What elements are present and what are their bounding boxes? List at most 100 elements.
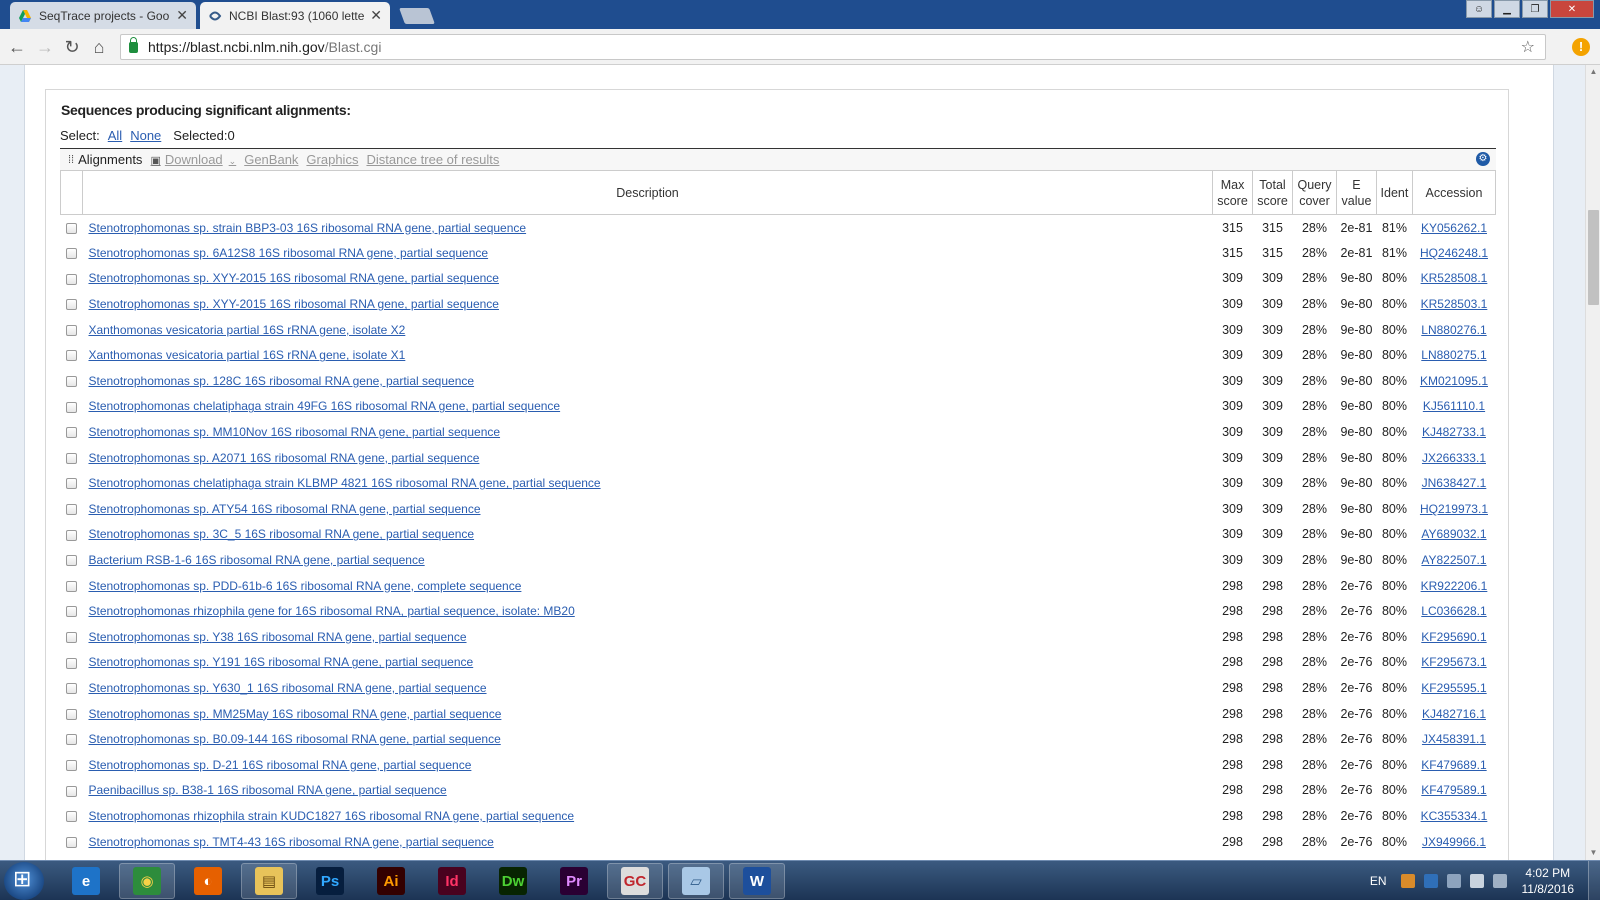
row-accession-link[interactable]: KJ482716.1: [1422, 707, 1486, 721]
taskbar-app-button[interactable]: Id: [424, 863, 480, 899]
tab-ncbi-blast[interactable]: NCBI Blast:93 (1060 lette ✕: [200, 2, 390, 29]
row-description-link[interactable]: Stenotrophomonas sp. MM25May 16S ribosom…: [88, 707, 501, 721]
header-e-value[interactable]: Evalue: [1335, 170, 1377, 215]
minimize-icon[interactable]: ▁: [1494, 0, 1520, 18]
tray-app-icon[interactable]: [1400, 874, 1415, 888]
taskbar-app-button[interactable]: GC: [607, 863, 663, 899]
show-desktop-button[interactable]: [1588, 861, 1600, 900]
row-accession-link[interactable]: AY689032.1: [1421, 527, 1486, 541]
reload-icon[interactable]: ↻: [62, 37, 82, 57]
network-icon[interactable]: [1469, 874, 1484, 888]
taskbar-app-button[interactable]: Pr: [546, 863, 602, 899]
start-button[interactable]: [4, 862, 44, 900]
row-accession-link[interactable]: KM021095.1: [1420, 374, 1488, 388]
row-accession-link[interactable]: KY056262.1: [1421, 221, 1487, 235]
volume-icon[interactable]: [1492, 874, 1507, 888]
row-description-link[interactable]: Stenotrophomonas sp. Y191 16S ribosomal …: [88, 655, 473, 669]
tab-seqtrace[interactable]: SeqTrace projects - Goo ✕: [10, 2, 196, 29]
row-accession-link[interactable]: KF295673.1: [1421, 655, 1486, 669]
scroll-down-icon[interactable]: ▼: [1586, 846, 1600, 860]
row-checkbox[interactable]: [65, 836, 77, 848]
row-checkbox[interactable]: [65, 606, 77, 618]
row-description-link[interactable]: Stenotrophomonas sp. B0.09-144 16S ribos…: [88, 732, 500, 746]
row-description-link[interactable]: Stenotrophomonas chelatiphaga strain KLB…: [88, 476, 600, 490]
row-description-link[interactable]: Stenotrophomonas sp. Y630_1 16S ribosoma…: [88, 681, 486, 695]
row-description-link[interactable]: Stenotrophomonas sp. 6A12S8 16S ribosoma…: [88, 246, 488, 260]
row-checkbox[interactable]: [65, 350, 77, 362]
row-checkbox[interactable]: [65, 401, 77, 413]
row-checkbox[interactable]: [65, 785, 77, 797]
row-accession-link[interactable]: JX949966.1: [1422, 835, 1486, 849]
row-description-link[interactable]: Bacterium RSB-1-6 16S ribosomal RNA gene…: [88, 553, 424, 567]
address-bar[interactable]: https://blast.ncbi.nlm.nih.gov/Blast.cgi…: [120, 34, 1546, 60]
row-accession-link[interactable]: KF295690.1: [1421, 630, 1486, 644]
row-checkbox[interactable]: [65, 273, 77, 285]
header-ident[interactable]: Ident: [1375, 170, 1413, 215]
row-checkbox[interactable]: [65, 632, 77, 643]
row-description-link[interactable]: Stenotrophomonas sp. PDD-61b-6 16S ribos…: [88, 579, 521, 593]
row-description-link[interactable]: Stenotrophomonas sp. XYY-2015 16S riboso…: [88, 271, 498, 285]
row-accession-link[interactable]: KC355334.1: [1421, 809, 1488, 823]
row-accession-link[interactable]: KF295595.1: [1421, 681, 1486, 695]
row-checkbox[interactable]: [65, 478, 77, 490]
distance-tree-link[interactable]: Distance tree of results: [366, 152, 499, 167]
taskbar-app-button[interactable]: Dw: [485, 863, 541, 899]
row-accession-link[interactable]: KR528508.1: [1421, 271, 1488, 285]
graphics-link[interactable]: Graphics: [306, 152, 358, 167]
row-checkbox[interactable]: [65, 504, 77, 516]
taskbar-app-button[interactable]: ▱: [668, 863, 724, 899]
download-dropdown[interactable]: ▣ Download ⌄: [150, 152, 236, 167]
select-all-link[interactable]: All: [108, 128, 122, 143]
row-checkbox[interactable]: [65, 708, 77, 720]
flag-icon[interactable]: [1446, 874, 1461, 888]
row-checkbox[interactable]: [65, 376, 77, 388]
row-description-link[interactable]: Stenotrophomonas sp. 3C_5 16S ribosomal …: [88, 527, 474, 541]
header-total-score[interactable]: Total score: [1252, 170, 1293, 215]
bookmark-star-icon[interactable]: ☆: [1521, 37, 1535, 57]
row-description-link[interactable]: Paenibacillus sp. B38-1 16S ribosomal RN…: [88, 783, 446, 797]
row-description-link[interactable]: Stenotrophomonas sp. ATY54 16S ribosomal…: [88, 502, 480, 516]
row-checkbox[interactable]: [65, 657, 77, 669]
taskbar-app-button[interactable]: ◉: [119, 863, 175, 899]
alignments-link[interactable]: ⁞⁞ Alignments: [68, 152, 142, 167]
row-accession-link[interactable]: KF479589.1: [1421, 783, 1486, 797]
row-description-link[interactable]: Stenotrophomonas chelatiphaga strain 49F…: [88, 399, 560, 413]
row-description-link[interactable]: Xanthomonas vesicatoria partial 16S rRNA…: [88, 348, 405, 362]
taskbar-app-button[interactable]: ◐: [180, 863, 236, 899]
row-checkbox[interactable]: [65, 427, 77, 439]
bluetooth-icon[interactable]: [1423, 874, 1438, 888]
header-accession[interactable]: Accession: [1411, 170, 1497, 215]
scroll-thumb[interactable]: [1588, 210, 1599, 305]
row-accession-link[interactable]: LC036628.1: [1421, 604, 1486, 618]
user-icon[interactable]: ☺: [1466, 0, 1492, 18]
row-accession-link[interactable]: KR528503.1: [1421, 297, 1488, 311]
scroll-up-icon[interactable]: ▲: [1586, 65, 1600, 79]
row-description-link[interactable]: Stenotrophomonas rhizophila gene for 16S…: [88, 604, 574, 618]
row-description-link[interactable]: Stenotrophomonas sp. D-21 16S ribosomal …: [88, 758, 471, 772]
row-checkbox[interactable]: [65, 452, 77, 464]
header-query-cover[interactable]: Query cover: [1292, 170, 1337, 215]
row-checkbox[interactable]: [65, 683, 77, 695]
row-accession-link[interactable]: KJ482733.1: [1422, 425, 1486, 439]
home-icon[interactable]: ⌂: [89, 37, 109, 57]
header-max-score[interactable]: Max score: [1212, 170, 1254, 215]
row-accession-link[interactable]: JX266333.1: [1422, 451, 1486, 465]
row-description-link[interactable]: Stenotrophomonas sp. Y38 16S ribosomal R…: [88, 630, 466, 644]
row-accession-link[interactable]: HQ219973.1: [1420, 502, 1488, 516]
row-checkbox[interactable]: [65, 299, 77, 311]
back-arrow-icon[interactable]: ←: [7, 37, 27, 57]
row-description-link[interactable]: Xanthomonas vesicatoria partial 16S rRNA…: [88, 323, 405, 337]
row-description-link[interactable]: Stenotrophomonas rhizophila strain KUDC1…: [88, 809, 574, 823]
alert-icon[interactable]: !: [1572, 38, 1590, 56]
gear-icon[interactable]: ⚙: [1476, 152, 1490, 166]
row-accession-link[interactable]: JN638427.1: [1422, 476, 1487, 490]
maximize-icon[interactable]: ❐: [1522, 0, 1548, 18]
taskbar-app-button[interactable]: W: [729, 863, 785, 899]
row-accession-link[interactable]: LN880276.1: [1421, 323, 1486, 337]
row-checkbox[interactable]: [65, 580, 77, 592]
row-checkbox[interactable]: [65, 811, 77, 823]
row-accession-link[interactable]: LN880275.1: [1421, 348, 1486, 362]
close-tab-icon[interactable]: ✕: [176, 7, 188, 24]
row-description-link[interactable]: Stenotrophomonas sp. 128C 16S ribosomal …: [88, 374, 474, 388]
row-description-link[interactable]: Stenotrophomonas sp. strain BBP3-03 16S …: [88, 221, 526, 235]
